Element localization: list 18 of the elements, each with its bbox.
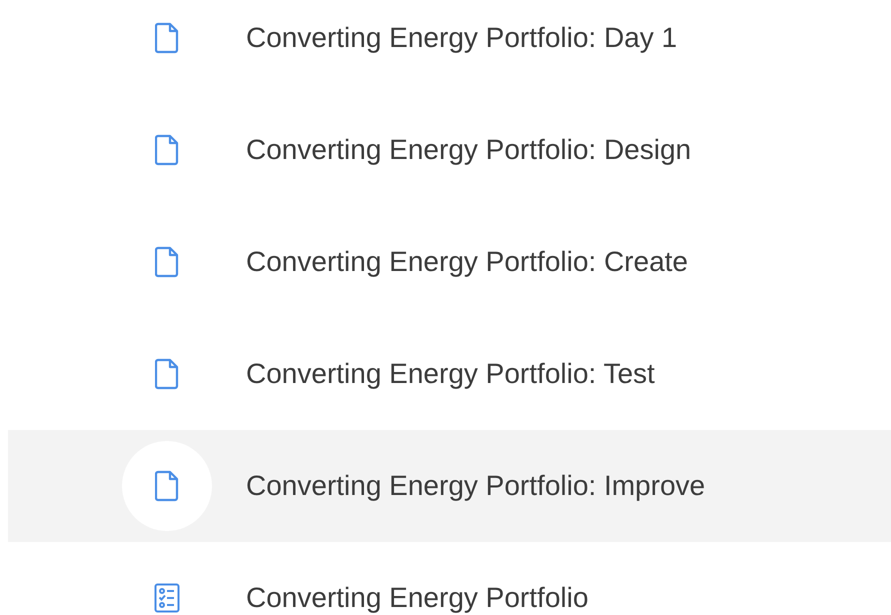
stream-item[interactable]: Converting Energy Portfolio: Improve bbox=[8, 430, 891, 542]
document-icon bbox=[155, 22, 179, 54]
stream-item[interactable]: Converting Energy Portfolio: Day 1 bbox=[8, 0, 891, 94]
document-icon bbox=[155, 246, 179, 278]
document-icon bbox=[155, 358, 179, 390]
stream-item[interactable]: Converting Energy Portfolio: Create bbox=[8, 206, 891, 318]
stream-item[interactable]: Converting Energy Portfolio: Design bbox=[8, 94, 891, 206]
document-icon bbox=[155, 470, 179, 502]
stream-item[interactable]: Converting Energy Portfolio bbox=[8, 542, 891, 615]
item-title: Converting Energy Portfolio: Test bbox=[246, 358, 655, 390]
item-title: Converting Energy Portfolio bbox=[246, 582, 588, 614]
stream-item[interactable]: Converting Energy Portfolio: Test bbox=[8, 318, 891, 430]
document-icon bbox=[155, 134, 179, 166]
item-title: Converting Energy Portfolio: Design bbox=[246, 134, 692, 166]
checklist-icon bbox=[154, 583, 180, 613]
item-title: Converting Energy Portfolio: Create bbox=[246, 246, 688, 278]
item-title: Converting Energy Portfolio: Improve bbox=[246, 470, 706, 502]
item-title: Converting Energy Portfolio: Day 1 bbox=[246, 22, 678, 54]
